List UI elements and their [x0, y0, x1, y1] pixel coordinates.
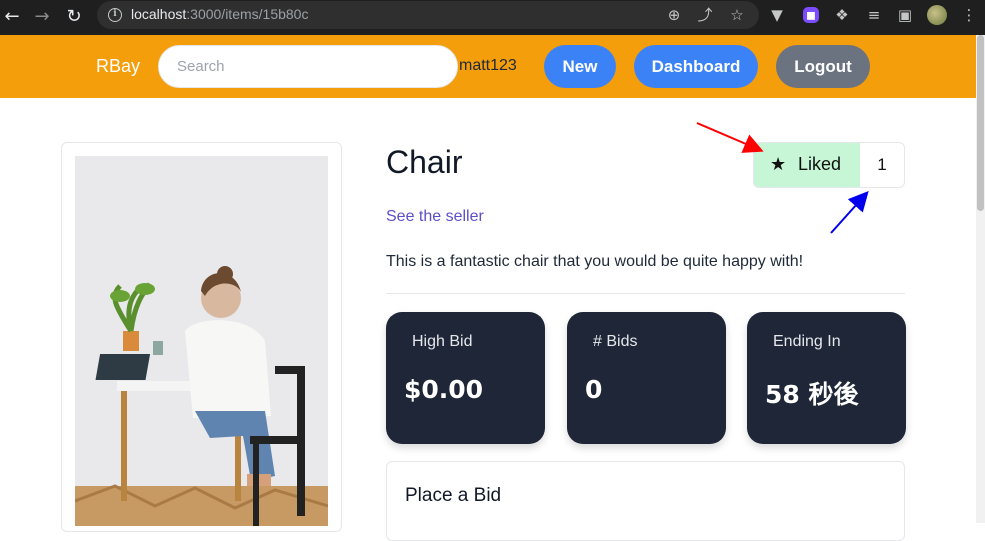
site-info-icon[interactable]: i [108, 8, 122, 22]
like-control: ★ Liked 1 [753, 142, 905, 188]
url-text[interactable]: localhost:3000/items/15b80c [131, 6, 308, 22]
zoom-icon[interactable]: ⊕ [664, 5, 684, 25]
bookmark-star-icon[interactable]: ☆ [727, 5, 747, 25]
stat-label: # Bids [593, 333, 638, 350]
item-title: Chair [386, 144, 463, 180]
star-icon: ★ [770, 154, 787, 174]
browser-toolbar: ← → ↻ i localhost:3000/items/15b80c ⊕ ⤴ … [0, 0, 985, 35]
search-input[interactable] [158, 45, 458, 88]
red-annotation-arrow [696, 122, 764, 153]
back-icon[interactable]: ← [1, 6, 23, 28]
item-photo [75, 156, 328, 526]
forward-icon[interactable]: → [31, 6, 53, 28]
blue-annotation-arrow [830, 191, 869, 234]
see-seller-link[interactable]: See the seller [386, 208, 484, 226]
media-control-icon[interactable]: ≡ [863, 4, 885, 26]
logout-button[interactable]: Logout [776, 45, 870, 88]
extensions-puzzle-icon[interactable]: ❖ [831, 4, 853, 26]
dashboard-button[interactable]: Dashboard [634, 45, 758, 88]
menu-kebab-icon[interactable]: ⋮ [958, 4, 980, 26]
stat-label: Ending In [773, 333, 841, 350]
url-path: :3000/items/15b80c [186, 6, 309, 22]
stat-value: $0.00 [404, 375, 484, 404]
address-bar[interactable]: i localhost:3000/items/15b80c ⊕ ⤴ ☆ [97, 1, 759, 29]
scrollbar-thumb[interactable] [977, 35, 984, 211]
item-photo-illustration [75, 156, 328, 526]
side-panel-icon[interactable]: ▣ [894, 4, 916, 26]
stat-label: High Bid [412, 333, 473, 350]
url-host: localhost [131, 6, 187, 22]
stat-card-high-bid: High Bid $0.00 [386, 312, 545, 444]
stat-card-bids: # Bids 0 [567, 312, 726, 444]
like-count: 1 [877, 155, 887, 174]
reload-icon[interactable]: ↻ [63, 6, 85, 28]
username-label: matt123 [459, 57, 517, 74]
divider [386, 293, 905, 294]
app-header: RBay matt123 New Dashboard Logout [0, 35, 976, 98]
place-bid-title: Place a Bid [405, 485, 502, 506]
item-description: This is a fantastic chair that you would… [386, 253, 804, 270]
like-button-label: Liked [798, 154, 842, 174]
stat-card-ending-in: Ending In 58 秒後 [747, 312, 906, 444]
profile-avatar-icon[interactable] [927, 5, 947, 25]
brand-logo[interactable]: RBay [96, 56, 140, 77]
new-button[interactable]: New [544, 45, 616, 88]
page-scrollbar[interactable] [976, 35, 985, 523]
stat-value: 0 [585, 375, 603, 404]
place-bid-panel: Place a Bid [386, 461, 905, 541]
like-button[interactable]: ★ Liked [754, 143, 860, 187]
stat-value: 58 秒後 [765, 380, 859, 409]
vue-devtools-icon[interactable]: ▼ [766, 4, 788, 26]
share-icon[interactable]: ⤴ [695, 5, 715, 25]
extension-purple-icon[interactable]: ◼ [803, 7, 819, 23]
